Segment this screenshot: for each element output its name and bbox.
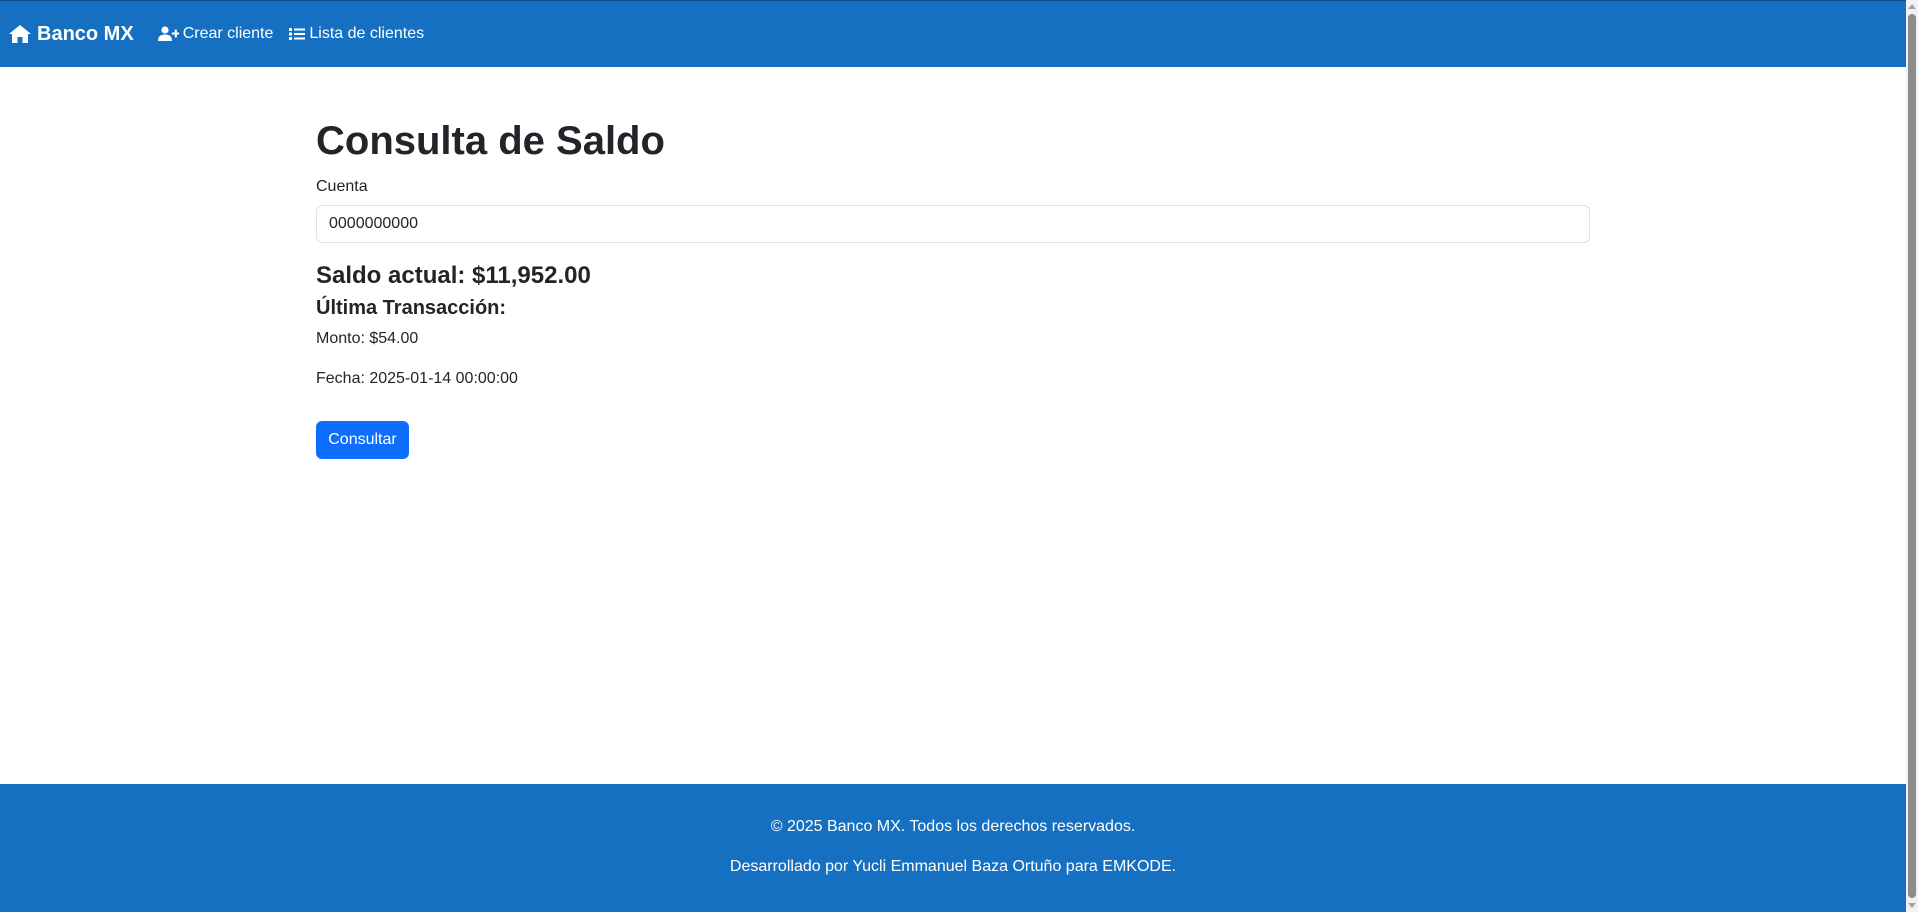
scrollbar-thumb[interactable]	[1908, 14, 1916, 898]
scroll-down-arrow-icon[interactable]	[1908, 903, 1916, 908]
vertical-scrollbar[interactable]	[1906, 0, 1918, 912]
account-input[interactable]	[316, 205, 1590, 243]
current-balance: Saldo actual: $11,952.00	[316, 262, 591, 289]
consultar-button[interactable]: Consultar	[316, 421, 409, 459]
nav-link-lista-de-clientes[interactable]: Lista de clientes	[289, 25, 424, 43]
nav-link-label: Crear cliente	[182, 25, 274, 42]
nav-link-label: Lista de clientes	[309, 25, 425, 42]
navbar: Banco MX Crear cliente Lista de clientes	[0, 0, 1906, 67]
scroll-up-arrow-icon[interactable]	[1908, 4, 1916, 9]
list-icon	[289, 28, 306, 40]
page: Banco MX Crear cliente Lista de clientes	[0, 0, 1918, 912]
footer-copyright: © 2025 Banco MX. Todos los derechos rese…	[770, 818, 1136, 835]
last-transaction-heading: Última Transacción:	[316, 297, 507, 319]
brand-link[interactable]: Banco MX	[8, 23, 134, 46]
footer-developer-credit: Desarrollado por Yucli Emmanuel Baza Ort…	[729, 858, 1177, 875]
home-icon	[9, 25, 31, 43]
brand-label: Banco MX	[37, 22, 134, 45]
nav-link-crear-cliente[interactable]: Crear cliente	[157, 25, 274, 43]
footer: © 2025 Banco MX. Todos los derechos rese…	[0, 784, 1906, 912]
balance-form: Consulta de Saldo Cuenta Saldo actual: $…	[316, 67, 1590, 459]
user-plus-icon	[157, 26, 179, 41]
transaction-amount: Monto: $54.00	[316, 330, 419, 347]
transaction-date: Fecha: 2025-01-14 00:00:00	[316, 370, 518, 387]
page-title: Consulta de Saldo	[316, 119, 665, 163]
account-label: Cuenta	[316, 178, 368, 195]
